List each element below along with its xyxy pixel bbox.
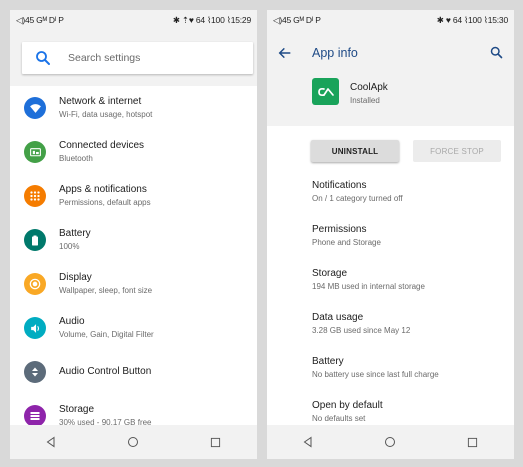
setting-title: Storage [59,404,95,415]
brightness-icon [24,273,46,295]
status-right: ✱ ♥ 64 ⌇100 ⌇15:30 [436,14,508,25]
setting-battery[interactable]: Battery 100% [10,218,257,262]
battery-icon [24,229,46,251]
home-nav-button[interactable] [375,432,405,452]
setting-title: Apps & notifications [59,184,147,195]
info-battery[interactable]: Battery No battery use since last full c… [312,356,439,380]
back-nav-button[interactable] [293,432,323,452]
setting-title: Audio [59,316,85,327]
status-left: ◁)45 Gᴹ Dᴵ P [16,14,64,25]
app-info-screen: ◁)45 Gᴹ Dᴵ P ✱ ♥ 64 ⌇100 ⌇15:30 App info… [267,10,514,459]
page-title: App info [312,46,358,60]
status-right: ✱ ⇡♥ 64 ⌇100 ⌇15:29 [172,14,251,25]
setting-title: Battery [59,228,91,239]
info-title: Storage [312,268,348,279]
recents-nav-button[interactable] [458,432,488,452]
wifi-icon [24,97,46,119]
info-subtitle: 3.28 GB used since May 12 [312,326,411,335]
setting-subtitle: Wi-Fi, data usage, hotspot [59,110,153,119]
info-title: Notifications [312,180,367,191]
setting-title: Audio Control Button [59,366,152,377]
search-bar[interactable] [22,42,253,74]
app-info-body: UNINSTALL FORCE STOP Notifications On / … [267,126,514,425]
force-stop-button[interactable]: FORCE STOP [413,140,501,162]
navigation-bar [10,425,257,459]
info-subtitle: Phone and Storage [312,238,381,247]
devices-icon [24,141,46,163]
settings-list: Network & internet Wi-Fi, data usage, ho… [10,86,257,427]
coolapk-app-icon [312,78,339,105]
control-icon [24,361,46,383]
setting-audio-control-button[interactable]: Audio Control Button [10,350,257,394]
status-bar: ◁)45 Gᴹ Dᴵ P ✱ ⇡♥ 64 ⌇100 ⌇15:29 [10,10,257,30]
recents-nav-button[interactable] [201,432,231,452]
setting-subtitle: Permissions, default apps [59,198,151,207]
setting-display[interactable]: Display Wallpaper, sleep, font size [10,262,257,306]
info-title: Permissions [312,224,367,235]
setting-subtitle: Wallpaper, sleep, font size [59,286,153,295]
setting-audio[interactable]: Audio Volume, Gain, Digital Filter [10,306,257,350]
app-header: CoolApk Installed [267,72,514,124]
setting-subtitle: Bluetooth [59,154,93,163]
info-data-usage[interactable]: Data usage 3.28 GB used since May 12 [312,312,410,336]
app-name: CoolApk [350,82,388,93]
back-arrow-icon[interactable] [277,45,293,61]
home-circle-icon [128,437,139,447]
storage-icon [24,405,46,427]
uninstall-button[interactable]: UNINSTALL [311,140,399,162]
setting-title: Network & internet [59,96,142,107]
info-subtitle: No battery use since last full charge [312,370,439,379]
info-title: Data usage [312,312,364,323]
info-open-by-default[interactable]: Open by default No defaults set [312,400,383,424]
info-subtitle: 194 MB used in internal storage [312,282,425,291]
status-left: ◁)45 Gᴹ Dᴵ P [273,14,321,25]
info-subtitle: No defaults set [312,414,366,423]
setting-subtitle: 100% [59,242,80,251]
home-nav-button[interactable] [118,432,148,452]
back-nav-button[interactable] [36,432,66,452]
info-notifications[interactable]: Notifications On / 1 category turned off [312,180,403,204]
info-permissions[interactable]: Permissions Phone and Storage [312,224,381,248]
setting-title: Connected devices [59,140,145,151]
search-input[interactable] [66,51,240,65]
info-subtitle: On / 1 category turned off [312,194,403,203]
home-circle-icon [385,437,396,447]
coolapk-logo-icon [317,87,334,96]
volume-icon [24,317,46,339]
app-install-state: Installed [350,96,380,105]
apps-icon [24,185,46,207]
status-bar: ◁)45 Gᴹ Dᴵ P ✱ ♥ 64 ⌇100 ⌇15:30 [267,10,514,30]
recents-square-icon [468,437,478,447]
info-title: Battery [312,356,344,367]
back-triangle-icon [46,436,55,448]
setting-apps[interactable]: Apps & notifications Permissions, defaul… [10,174,257,218]
setting-subtitle: Volume, Gain, Digital Filter [59,330,154,339]
setting-title: Display [59,272,92,283]
setting-connected-devices[interactable]: Connected devices Bluetooth [10,130,257,174]
info-title: Open by default [312,400,383,411]
navigation-bar [267,425,514,459]
settings-screen: ◁)45 Gᴹ Dᴵ P ✱ ⇡♥ 64 ⌇100 ⌇15:29 Network… [10,10,257,459]
info-storage[interactable]: Storage 194 MB used in internal storage [312,268,425,292]
search-icon [36,51,50,65]
recents-square-icon [211,437,221,447]
back-triangle-icon [303,436,312,448]
search-icon[interactable] [489,45,504,60]
setting-network[interactable]: Network & internet Wi-Fi, data usage, ho… [10,86,257,130]
